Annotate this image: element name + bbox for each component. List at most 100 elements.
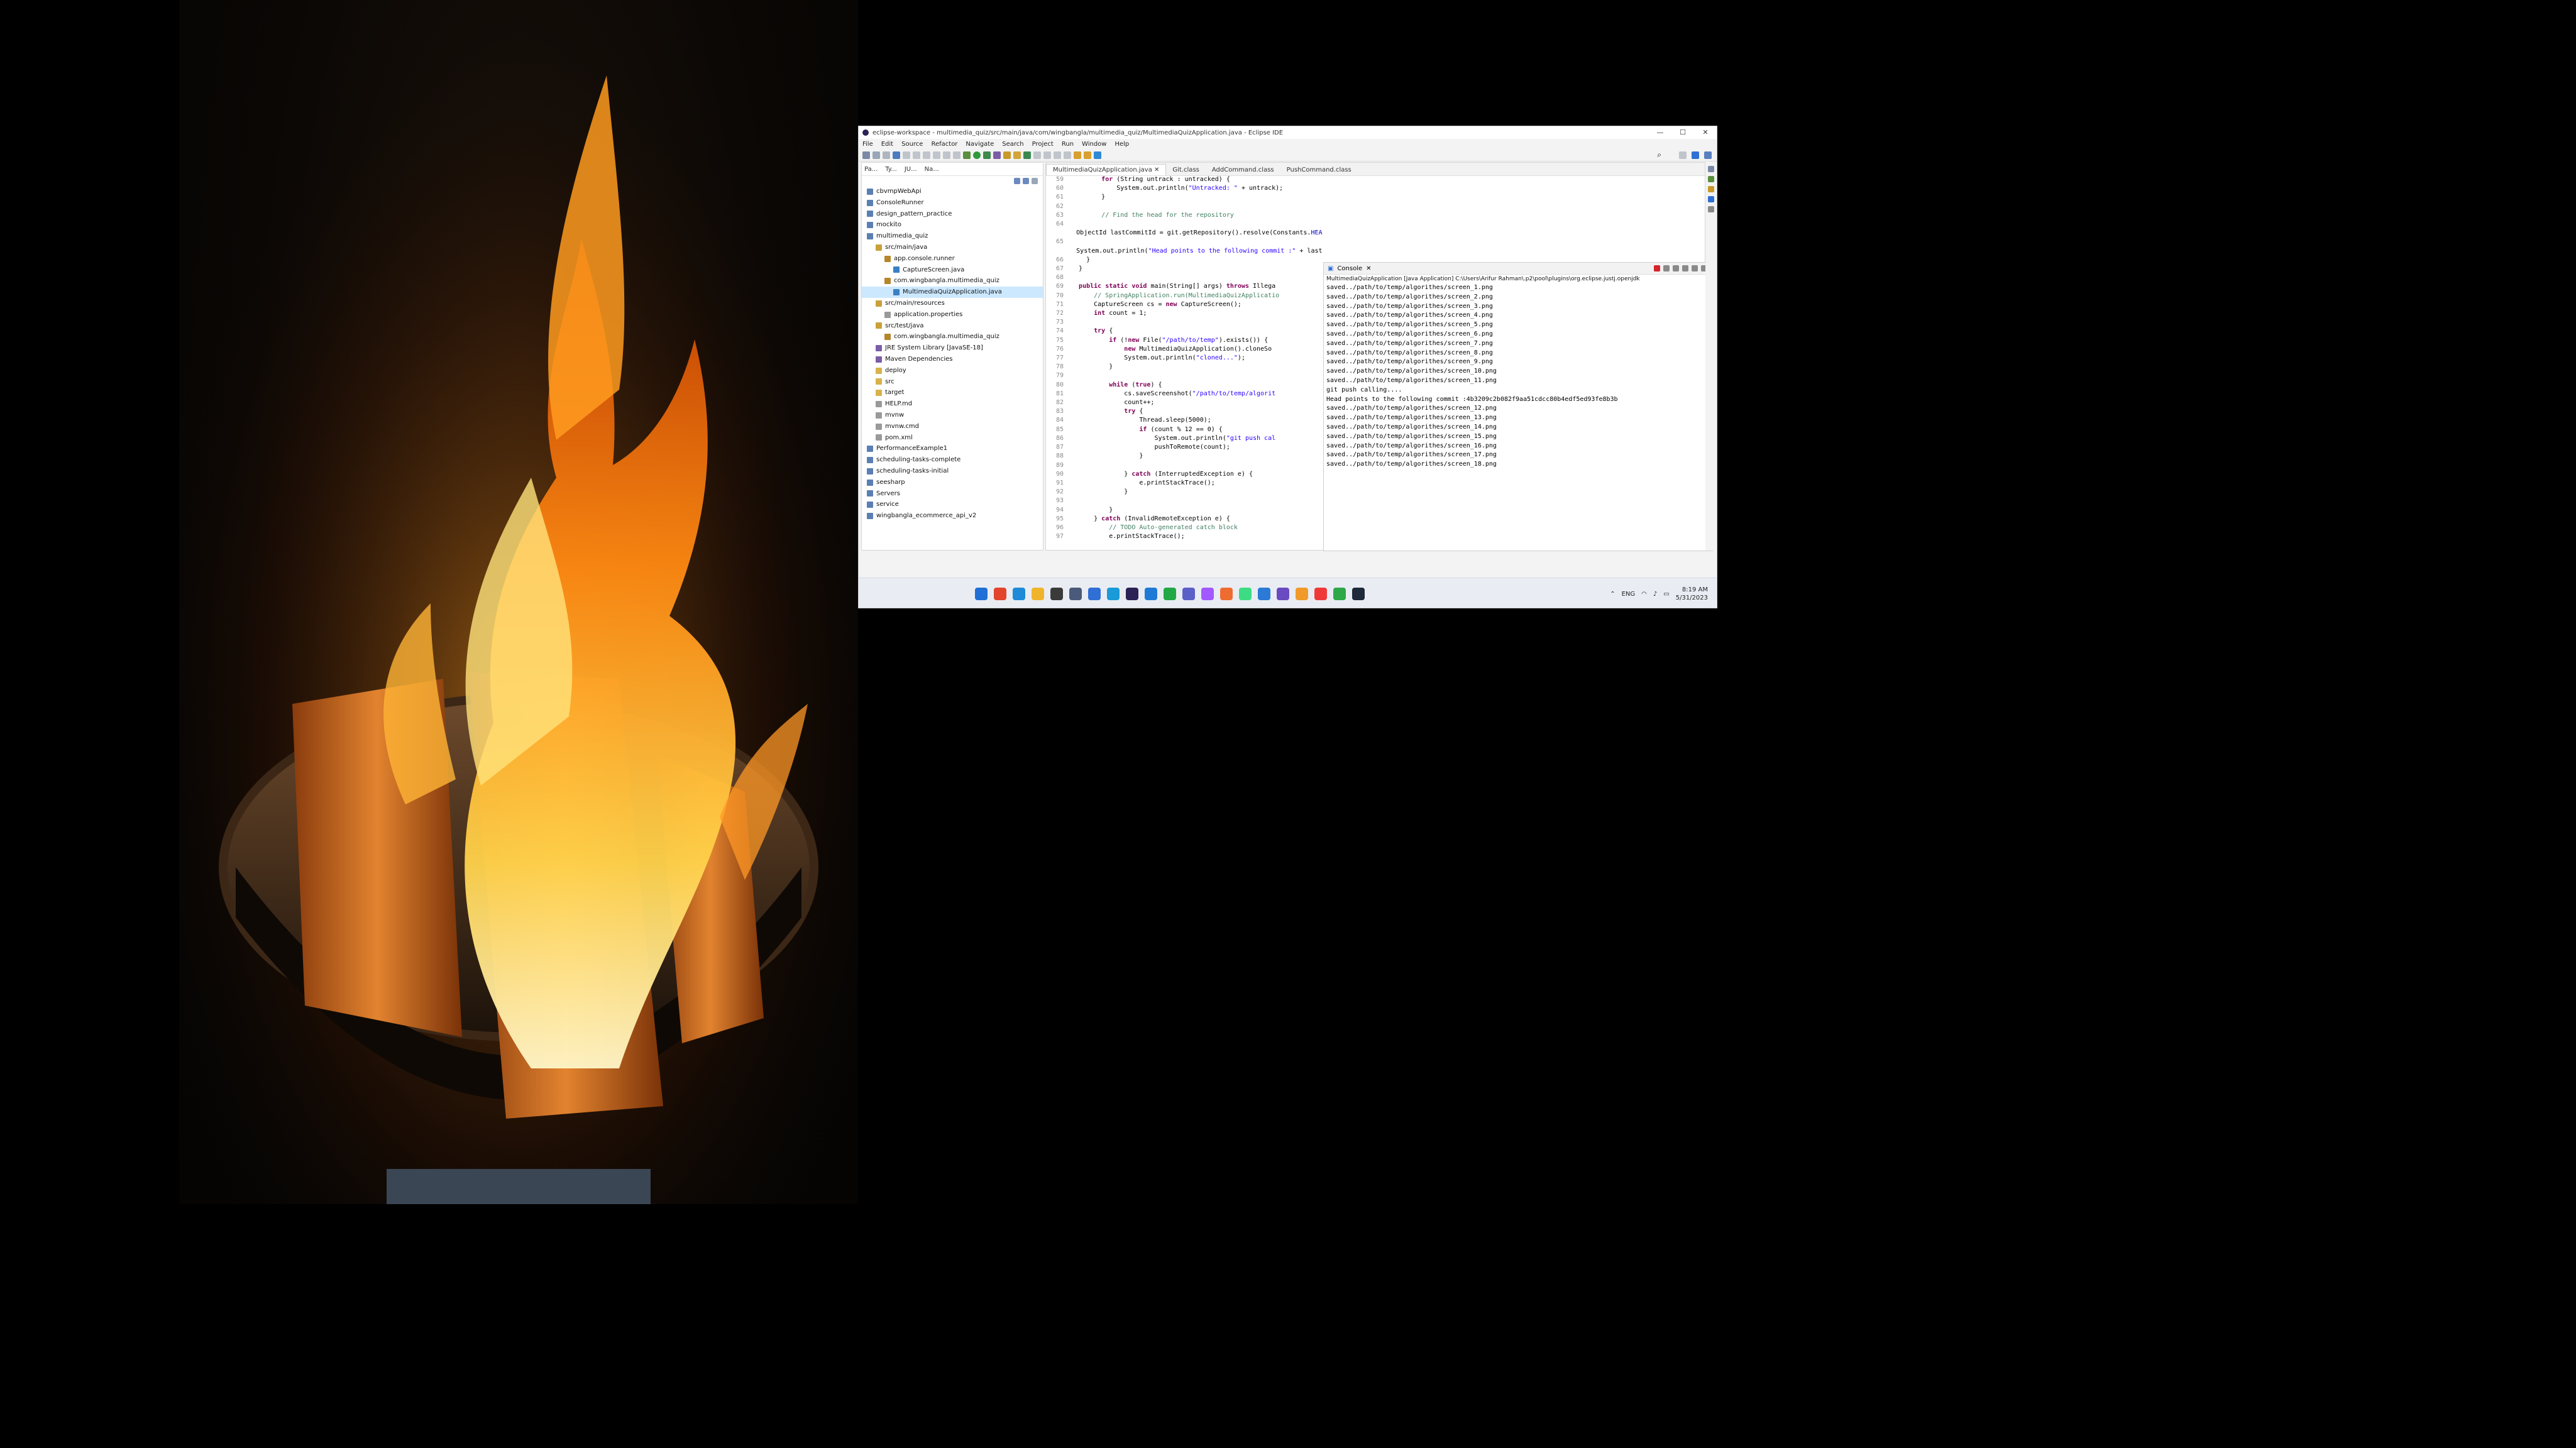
code-line[interactable]: 85 if (count % 12 == 0) { (1046, 425, 1323, 434)
step-over-icon[interactable] (953, 151, 960, 159)
menu-search[interactable]: Search (1002, 141, 1023, 148)
edge-icon[interactable] (1013, 588, 1025, 600)
tree-node[interactable]: src/main/resources (862, 298, 1043, 309)
android-icon[interactable] (1239, 588, 1252, 600)
link-editor-icon[interactable] (1023, 178, 1029, 184)
skip-breakpoints-icon[interactable] (903, 151, 910, 159)
menu-help[interactable]: Help (1115, 141, 1129, 148)
annotation-next-icon[interactable] (1054, 151, 1061, 159)
open-type-icon[interactable] (1033, 151, 1041, 159)
code-line[interactable]: 84 Thread.sleep(5000); (1046, 416, 1323, 425)
save-all-icon[interactable] (883, 151, 890, 159)
tree-node[interactable]: com.wingbangla.multimedia_quiz (862, 275, 1043, 287)
console-output[interactable]: saved../path/to/temp/algorithes/screen_1… (1324, 283, 1712, 469)
snipping-icon[interactable] (1277, 588, 1289, 600)
code-line[interactable]: 88 } (1046, 452, 1323, 461)
tree-node[interactable]: target (862, 387, 1043, 398)
remove-launch-icon[interactable] (1663, 265, 1670, 272)
code-line[interactable]: 76 new MultimediaQuizApplication().clone… (1046, 345, 1323, 354)
tree-node[interactable]: ConsoleRunner (862, 197, 1043, 209)
tree-node[interactable]: mvnw.cmd (862, 421, 1043, 432)
terminate-icon[interactable] (933, 151, 940, 159)
new-package-icon[interactable] (1013, 151, 1021, 159)
eclipse-icon[interactable] (1126, 588, 1138, 600)
code-line[interactable]: 75 if (!new File("/path/to/temp").exists… (1046, 336, 1323, 345)
menu-run[interactable]: Run (1062, 141, 1074, 148)
vscode-icon[interactable] (1145, 588, 1157, 600)
tree-node[interactable]: application.properties (862, 309, 1043, 321)
code-line[interactable]: 91 e.printStackTrace(); (1046, 479, 1323, 488)
menu-edit[interactable]: Edit (881, 141, 893, 148)
tree-node[interactable]: app.console.runner (862, 253, 1043, 265)
code-line[interactable]: 96 // TODO Auto-generated catch block (1046, 524, 1323, 532)
code-line[interactable]: 83 try { (1046, 407, 1323, 416)
terminate-console-icon[interactable] (1654, 265, 1660, 272)
teams-icon[interactable] (1182, 588, 1195, 600)
menu-window[interactable]: Window (1082, 141, 1106, 148)
code-line[interactable]: 71 CaptureScreen cs = new CaptureScreen(… (1046, 300, 1323, 309)
tree-node[interactable]: pom.xml (862, 432, 1043, 444)
tab-console[interactable]: Console (1337, 265, 1362, 272)
debug-icon[interactable] (963, 151, 971, 159)
tree-node[interactable]: multimedia_quiz (862, 231, 1043, 242)
code-line[interactable]: 72 int count = 1; (1046, 309, 1323, 318)
brave-icon[interactable] (994, 588, 1006, 600)
menu-refactor[interactable]: Refactor (931, 141, 957, 148)
outline-icon[interactable] (1708, 166, 1714, 172)
code-line[interactable]: 66 } (1046, 256, 1323, 265)
tab-multimedia-quiz-application[interactable]: MultimediaQuizApplication.java ✕ (1046, 164, 1167, 175)
code-line[interactable]: 82 count++; (1046, 398, 1323, 407)
tree-node[interactable]: src/test/java (862, 321, 1043, 332)
menu-project[interactable]: Project (1032, 141, 1054, 148)
run-icon[interactable] (973, 151, 981, 159)
resume-icon[interactable] (913, 151, 920, 159)
tab-git-class[interactable]: Git.class (1166, 165, 1205, 175)
tray-chevron-icon[interactable]: ⌃ (1610, 591, 1615, 598)
terminal-icon[interactable] (1050, 588, 1063, 600)
debug-perspective-icon[interactable] (1704, 151, 1712, 159)
code-editor[interactable]: 59 for (String untrack : untracked) {60 … (1046, 175, 1323, 550)
code-line[interactable]: 69 public static void main(String[] args… (1046, 282, 1323, 291)
scroll-lock-icon[interactable] (1682, 265, 1688, 272)
tree-node[interactable]: scheduling-tasks-complete (862, 454, 1043, 466)
code-line[interactable]: 67 } (1046, 265, 1323, 273)
suspend-icon[interactable] (923, 151, 930, 159)
tree-node[interactable]: MultimediaQuizApplication.java (862, 287, 1043, 298)
code-line[interactable]: 65 System.out.println("Head points to th… (1046, 238, 1323, 255)
tab-package-explorer[interactable]: Pa... (864, 166, 878, 173)
tab-type-hierarchy[interactable]: Ty... (885, 166, 897, 173)
figma-icon[interactable] (1201, 588, 1214, 600)
code-line[interactable]: 97 e.printStackTrace(); (1046, 532, 1323, 541)
code-line[interactable]: 93 (1046, 496, 1323, 505)
calculator-icon[interactable] (1069, 588, 1082, 600)
forward-icon[interactable] (1084, 151, 1091, 159)
annotation-prev-icon[interactable] (1064, 151, 1071, 159)
tree-node[interactable]: src (862, 376, 1043, 388)
tree-node[interactable]: Maven Dependencies (862, 354, 1043, 365)
back-icon[interactable] (1074, 151, 1081, 159)
skype-icon[interactable] (1107, 588, 1120, 600)
tree-node[interactable]: seesharp (862, 477, 1043, 488)
code-line[interactable]: 86 System.out.println("git push cal (1046, 434, 1323, 443)
tree-node[interactable]: deploy (862, 365, 1043, 376)
tree-node[interactable]: JRE System Library [JavaSE-18] (862, 343, 1043, 354)
code-line[interactable]: 63 // Find the head for the repository (1046, 211, 1323, 220)
save-icon[interactable] (872, 151, 880, 159)
whatsapp-icon[interactable] (1164, 588, 1176, 600)
tab-junit[interactable]: JU... (905, 166, 917, 173)
clock[interactable]: 8:19 AM 5/31/2023 (1676, 586, 1708, 602)
tree-node[interactable]: wingbangla_ecommerce_api_v2 (862, 510, 1043, 522)
new-java-project-icon[interactable] (1003, 151, 1011, 159)
pin-console-icon[interactable] (1692, 265, 1698, 272)
code-line[interactable]: 73 (1046, 318, 1323, 327)
code-line[interactable]: 60 System.out.println("Untracked: " + un… (1046, 184, 1323, 193)
code-line[interactable]: 87 pushToRemote(count); (1046, 443, 1323, 452)
minimize-button[interactable]: — (1649, 126, 1671, 139)
code-line[interactable]: 59 for (String untrack : untracked) { (1046, 175, 1323, 184)
menu-navigate[interactable]: Navigate (966, 141, 994, 148)
language-indicator[interactable]: ENG (1622, 591, 1636, 598)
external-tools-icon[interactable] (993, 151, 1001, 159)
tree-node[interactable]: Servers (862, 488, 1043, 500)
tab-navigator[interactable]: Na... (925, 166, 939, 173)
search-toolbar-icon[interactable] (1043, 151, 1051, 159)
